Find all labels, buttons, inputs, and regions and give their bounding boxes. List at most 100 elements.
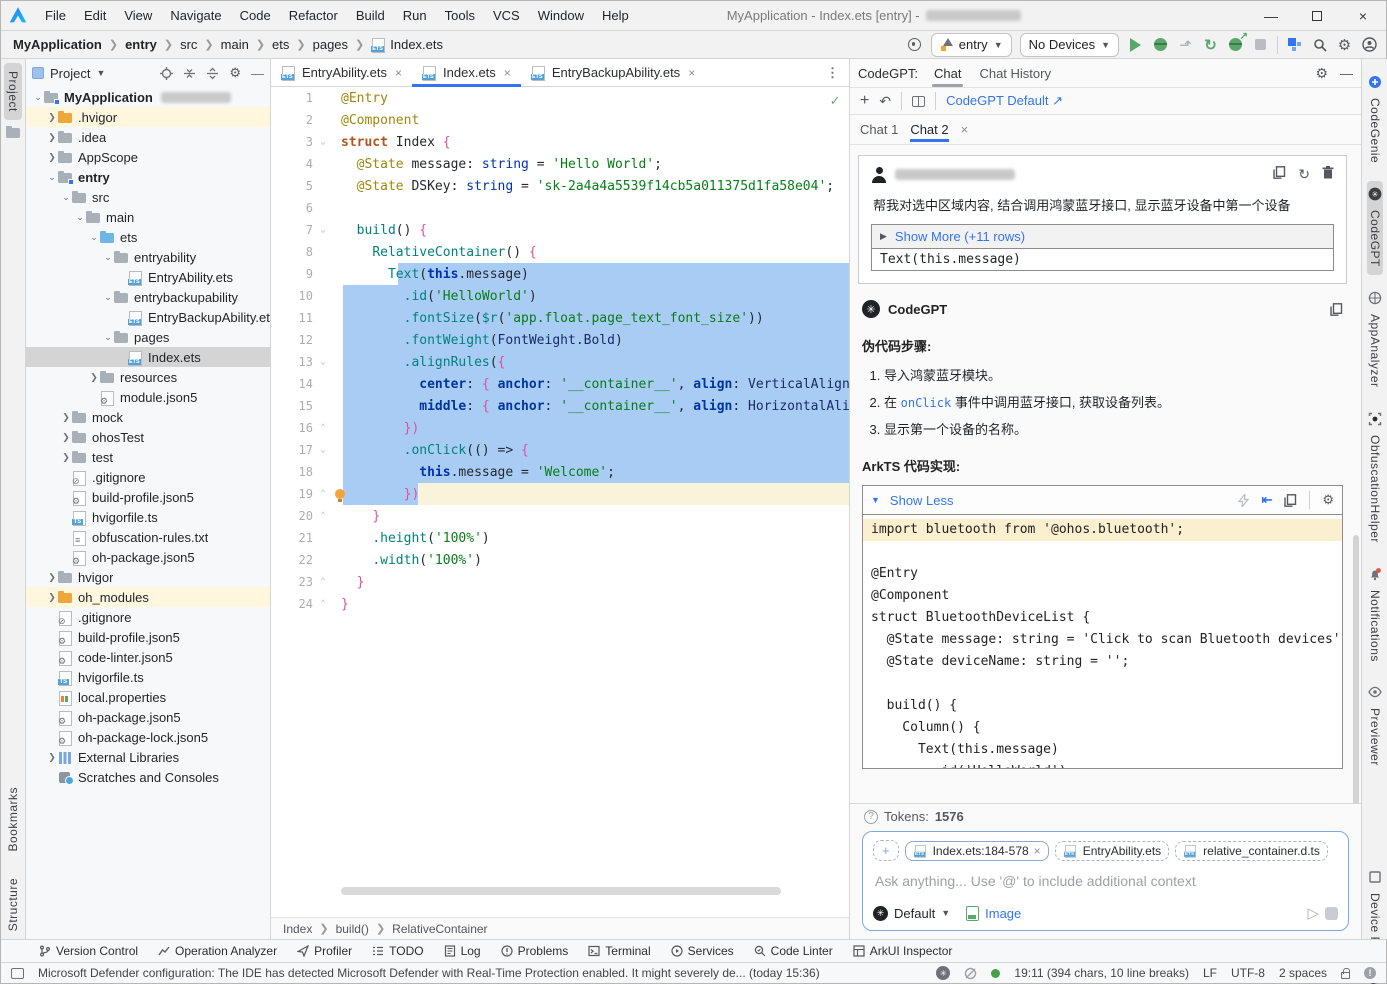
fold-marker-icon[interactable]: ⌄: [313, 357, 333, 367]
code-settings-icon[interactable]: ⚙: [1322, 492, 1334, 508]
tool-strip-previewer[interactable]: Previewer: [1367, 679, 1383, 774]
chat-scrollbar[interactable]: [1353, 535, 1359, 803]
tool-strip-appanalyzer[interactable]: AppAnalyzer: [1367, 285, 1383, 396]
remove-chip-icon[interactable]: ×: [1034, 844, 1041, 858]
maximize-button[interactable]: [1294, 1, 1340, 31]
tool-strip-notifications[interactable]: Notifications: [1367, 561, 1383, 670]
menu-edit[interactable]: Edit: [76, 5, 114, 26]
tree-item-hvigor[interactable]: ❯hvigor: [26, 567, 270, 587]
tree-item-resources[interactable]: ❯resources: [26, 367, 270, 387]
context-expand-header[interactable]: ▶ Show More (+11 rows): [872, 225, 1333, 249]
tree-chevron-icon[interactable]: ❯: [60, 452, 72, 463]
attach-target-icon[interactable]: [906, 36, 923, 53]
tree-item-module-json5[interactable]: module.json5: [26, 387, 270, 407]
tree-item-test[interactable]: ❯test: [26, 447, 270, 467]
tree-item-entryability-ets[interactable]: EntryAbility.ets: [26, 267, 270, 287]
tree-item-oh-package-json5[interactable]: oh-package.json5: [26, 547, 270, 567]
close-tab-icon[interactable]: ×: [395, 66, 402, 80]
tree-chevron-icon[interactable]: ⌄: [32, 92, 44, 103]
search-everywhere-icon[interactable]: [1311, 36, 1328, 53]
editor-breadcrumb-item[interactable]: Index: [283, 922, 312, 936]
tab-list-menu-icon[interactable]: ⋮: [816, 59, 849, 86]
tool-strip-codegenie[interactable]: CodeGenie: [1367, 69, 1383, 171]
show-less-label[interactable]: Show Less: [890, 493, 954, 508]
tree-item-index-ets[interactable]: Index.ets: [26, 347, 270, 367]
chat-tab-2[interactable]: Chat 2: [910, 117, 948, 142]
tree-chevron-icon[interactable]: ❯: [46, 112, 58, 123]
codegpt-status-icon[interactable]: ✳: [936, 966, 950, 980]
tree-item-entrybackupability[interactable]: ⌄entrybackupability: [26, 287, 270, 307]
context-chip[interactable]: EntryAbility.ets: [1055, 841, 1169, 861]
tree-item--hvigor[interactable]: ❯.hvigor: [26, 107, 270, 127]
tree-chevron-icon[interactable]: ⌄: [46, 172, 58, 183]
hide-panel-icon[interactable]: —: [251, 66, 264, 81]
inspections-ok-icon[interactable]: ✓: [831, 93, 839, 109]
menu-help[interactable]: Help: [594, 5, 637, 26]
add-context-chip[interactable]: +: [873, 840, 899, 861]
locate-file-icon[interactable]: [160, 67, 173, 80]
close-chat-tab-icon[interactable]: ×: [961, 122, 969, 137]
code-block-body[interactable]: import bluetooth from '@ohos.bluetooth';…: [863, 515, 1342, 768]
tab-chat[interactable]: Chat: [932, 62, 963, 85]
coverage-button[interactable]: ⬏: [1177, 36, 1194, 53]
inspections-disabled-icon[interactable]: [964, 967, 977, 980]
tree-item-main[interactable]: ⌄main: [26, 207, 270, 227]
code-editor[interactable]: ✓ 1@Entry2@Component3⌄struct Index {4 @S…: [271, 87, 849, 917]
context-chip[interactable]: relative_container.d.ts: [1175, 841, 1328, 861]
help-icon[interactable]: ?: [864, 810, 878, 824]
collapse-all-icon[interactable]: [206, 67, 219, 80]
hide-chat-panel-icon[interactable]: —: [1340, 66, 1353, 81]
tree-item-pages[interactable]: ⌄pages: [26, 327, 270, 347]
run-button[interactable]: [1127, 36, 1144, 53]
debug-button[interactable]: [1152, 36, 1169, 53]
menu-view[interactable]: View: [116, 5, 160, 26]
regenerate-icon[interactable]: ↻: [1298, 166, 1310, 183]
account-avatar-icon[interactable]: [1361, 36, 1378, 53]
horizontal-scrollbar[interactable]: [341, 887, 781, 895]
tree-item-scratches-and-consoles[interactable]: Scratches and Consoles: [26, 767, 270, 787]
tree-item-ohostest[interactable]: ❯ohosTest: [26, 427, 270, 447]
tree-item-obfuscation-rules-txt[interactable]: obfuscation-rules.txt: [26, 527, 270, 547]
fold-marker-icon[interactable]: ⌄: [313, 225, 333, 235]
tree-chevron-icon[interactable]: ⌄: [102, 252, 114, 263]
breadcrumb-item[interactable]: pages: [309, 35, 352, 54]
tree-item-code-linter-json5[interactable]: code-linter.json5: [26, 647, 270, 667]
menu-build[interactable]: Build: [348, 5, 393, 26]
split-view-icon[interactable]: [912, 96, 925, 107]
copy-response-icon[interactable]: [1330, 303, 1343, 316]
tree-item--idea[interactable]: ❯.idea: [26, 127, 270, 147]
status-message[interactable]: Microsoft Defender configuration: The ID…: [38, 966, 820, 980]
chat-settings-icon[interactable]: ⚙: [1315, 65, 1328, 82]
tree-item-myapplication[interactable]: ⌄MyApplication: [26, 87, 270, 107]
tree-item-mock[interactable]: ❯mock: [26, 407, 270, 427]
editor-breadcrumb-item[interactable]: RelativeContainer: [392, 922, 487, 936]
editor-breadcrumb-item[interactable]: build(): [336, 922, 369, 936]
new-chat-icon[interactable]: +: [860, 92, 869, 110]
chat-input-card[interactable]: +Index.ets:184-578×EntryAbility.etsrelat…: [862, 831, 1349, 931]
menu-window[interactable]: Window: [530, 5, 592, 26]
tree-chevron-icon[interactable]: ❯: [46, 132, 58, 143]
tree-chevron-icon[interactable]: ❯: [46, 592, 58, 603]
readonly-lock-icon[interactable]: [1341, 972, 1350, 979]
send-button[interactable]: ▷: [1307, 904, 1319, 922]
breadcrumb-item[interactable]: Index.ets: [367, 35, 447, 54]
tree-item-local-properties[interactable]: local.properties: [26, 687, 270, 707]
analysis-status-icon[interactable]: [991, 969, 1000, 978]
tool-window-version-control[interactable]: Version Control: [31, 942, 146, 960]
tool-strip-structure[interactable]: Structure: [5, 870, 21, 939]
tree-item-hvigorfile-ts[interactable]: hvigorfile.ts: [26, 507, 270, 527]
run-config-select[interactable]: entry ▼: [931, 33, 1012, 57]
close-button[interactable]: ×: [1340, 1, 1386, 31]
tree-item-build-profile-json5[interactable]: build-profile.json5: [26, 487, 270, 507]
tree-item-entry[interactable]: ⌄entry: [26, 167, 270, 187]
tool-window-profiler[interactable]: Profiler: [289, 942, 360, 960]
device-manager-icon[interactable]: [1286, 36, 1303, 53]
quick-apply-icon[interactable]: [1238, 494, 1249, 507]
tool-window-code-linter[interactable]: Code Linter: [746, 942, 841, 960]
undo-icon[interactable]: ↶: [879, 93, 891, 110]
chat-input-placeholder[interactable]: Ask anything... Use '@' to include addit…: [875, 873, 1336, 889]
tree-item-oh-package-lock-json5[interactable]: oh-package-lock.json5: [26, 727, 270, 747]
preset-link[interactable]: CodeGPT Default ↗: [946, 93, 1063, 109]
tree-item-appscope[interactable]: ❯AppScope: [26, 147, 270, 167]
tool-window-todo[interactable]: TODO: [364, 942, 431, 960]
